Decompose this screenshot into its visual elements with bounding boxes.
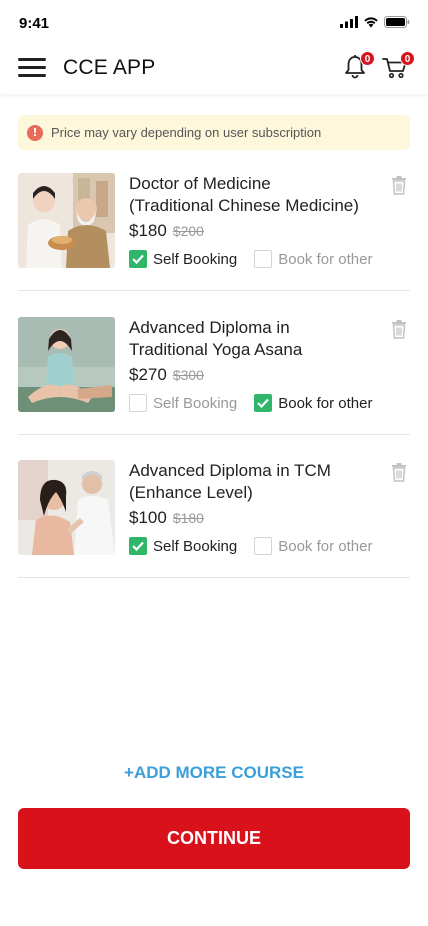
book-for-other-label: Book for other xyxy=(278,537,373,555)
course-title: Doctor of Medicine (Traditional Chinese … xyxy=(129,173,379,217)
book-for-other-option[interactable]: Book for other xyxy=(254,394,372,412)
book-for-other-option[interactable]: Book for other xyxy=(254,537,372,555)
course-title-line: Advanced Diploma in TCM xyxy=(129,461,331,480)
course-item: Advanced Diploma in Traditional Yoga Asa… xyxy=(18,317,410,435)
info-icon: ! xyxy=(27,124,43,141)
price-row: $100 $180 xyxy=(129,508,204,528)
continue-button[interactable]: CONTINUE xyxy=(18,808,410,869)
course-old-price: $180 xyxy=(172,510,204,526)
course-image xyxy=(18,460,115,555)
check-icon xyxy=(132,254,144,264)
book-for-other-checkbox[interactable] xyxy=(254,250,273,268)
self-booking-option[interactable]: Self Booking xyxy=(129,394,237,412)
self-booking-label: Self Booking xyxy=(153,394,238,412)
notice-text: Price may vary depending on user subscri… xyxy=(51,125,322,140)
price-row: $270 $300 xyxy=(129,365,204,385)
booking-options: Self Booking Book for other xyxy=(129,250,372,268)
hamburger-icon-bar xyxy=(18,74,46,77)
add-more-course-link[interactable]: +ADD MORE COURSE xyxy=(0,763,428,783)
course-title-line: (Enhance Level) xyxy=(129,483,253,502)
check-icon xyxy=(132,541,144,551)
self-booking-option[interactable]: Self Booking xyxy=(129,537,237,555)
book-for-other-label: Book for other xyxy=(278,394,373,412)
self-booking-checkbox[interactable] xyxy=(129,250,147,268)
course-title-line: Advanced Diploma in xyxy=(129,318,290,337)
price-row: $180 $200 xyxy=(129,221,204,241)
self-booking-label: Self Booking xyxy=(153,537,238,555)
status-bar: 9:41 xyxy=(0,0,428,44)
book-for-other-label: Book for other xyxy=(278,250,373,268)
course-title-line: (Traditional Chinese Medicine) xyxy=(129,196,359,215)
hamburger-icon-bar xyxy=(18,66,46,69)
cart-button[interactable]: 0 xyxy=(381,51,415,83)
course-image xyxy=(18,173,115,268)
app-title: CCE APP xyxy=(63,56,156,79)
delete-course-button[interactable] xyxy=(390,319,408,339)
course-old-price: $200 xyxy=(172,223,204,239)
book-for-other-checkbox[interactable] xyxy=(254,394,273,412)
course-old-price: $300 xyxy=(172,367,204,383)
subscription-notice: ! Price may vary depending on user subsc… xyxy=(18,115,410,150)
course-title-line: Traditional Yoga Asana xyxy=(129,340,303,359)
hamburger-icon-bar xyxy=(18,58,46,61)
book-for-other-option[interactable]: Book for other xyxy=(254,250,372,268)
cart-badge: 0 xyxy=(400,51,415,66)
course-image xyxy=(18,317,115,412)
menu-button[interactable] xyxy=(18,58,46,78)
check-icon xyxy=(257,398,270,408)
course-title-line: Doctor of Medicine xyxy=(129,174,271,193)
battery-icon xyxy=(384,16,410,28)
course-title: Advanced Diploma in Traditional Yoga Asa… xyxy=(129,317,379,361)
self-booking-label: Self Booking xyxy=(153,250,238,268)
course-price: $270 xyxy=(129,365,167,384)
notifications-button[interactable]: 0 xyxy=(341,51,375,83)
delete-course-button[interactable] xyxy=(390,462,408,482)
course-title: Advanced Diploma in TCM (Enhance Level) xyxy=(129,460,379,504)
status-icons xyxy=(340,16,410,28)
course-item: Advanced Diploma in TCM (Enhance Level) … xyxy=(18,460,410,578)
signal-icon xyxy=(340,16,358,28)
course-price: $180 xyxy=(129,221,167,240)
app-header: CCE APP 0 0 xyxy=(0,44,428,94)
trash-icon xyxy=(392,176,406,195)
self-booking-option[interactable]: Self Booking xyxy=(129,250,237,268)
book-for-other-checkbox[interactable] xyxy=(254,537,273,555)
wifi-icon xyxy=(364,17,378,28)
notifications-badge: 0 xyxy=(360,51,375,66)
course-price: $100 xyxy=(129,508,167,527)
course-item: Doctor of Medicine (Traditional Chinese … xyxy=(18,173,410,291)
booking-options: Self Booking Book for other xyxy=(129,537,372,555)
booking-options: Self Booking Book for other xyxy=(129,394,372,412)
trash-icon xyxy=(392,320,406,339)
self-booking-checkbox[interactable] xyxy=(129,537,147,555)
self-booking-checkbox[interactable] xyxy=(129,394,147,412)
delete-course-button[interactable] xyxy=(390,175,408,195)
status-time: 9:41 xyxy=(19,15,50,32)
trash-icon xyxy=(392,463,406,482)
